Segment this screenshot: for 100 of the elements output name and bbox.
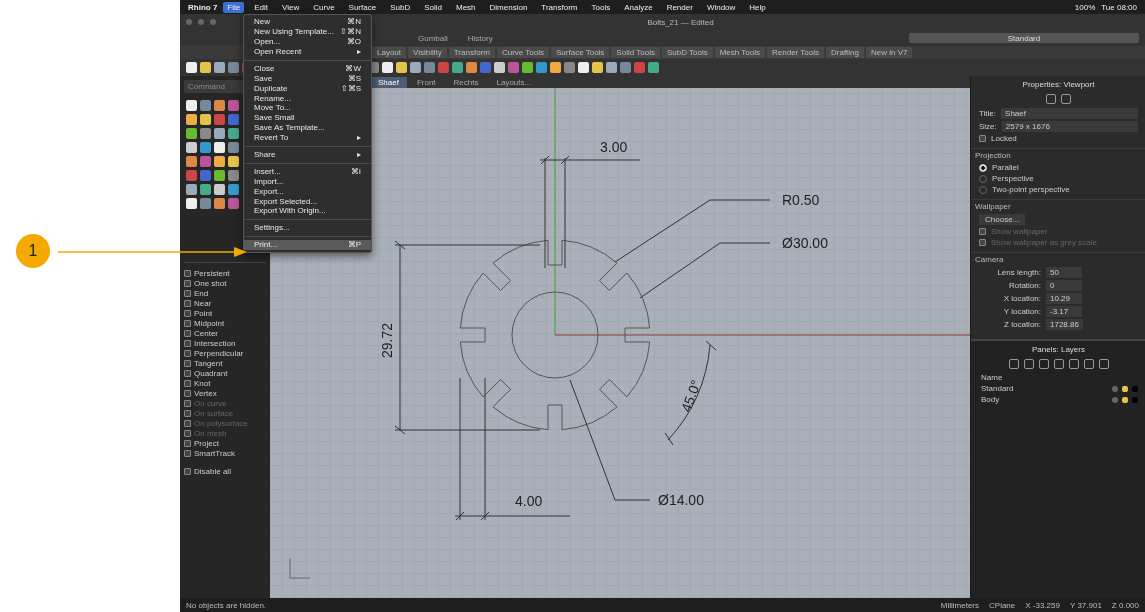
tool-icon[interactable] xyxy=(228,62,239,73)
osnap-option[interactable]: Knot xyxy=(184,379,266,388)
toolbar-group-tab[interactable]: Render Tools xyxy=(767,47,824,58)
tool-icon[interactable] xyxy=(382,62,393,73)
tool-icon[interactable] xyxy=(228,156,239,167)
osnap-option[interactable]: Point xyxy=(184,309,266,318)
tool-icon[interactable] xyxy=(410,62,421,73)
toolbar-group-tab[interactable]: Solid Tools xyxy=(611,47,660,58)
viewport-tab[interactable]: Front xyxy=(408,76,444,88)
panel-icon[interactable] xyxy=(1083,359,1094,369)
tool-icon[interactable] xyxy=(214,142,225,153)
tool-icon[interactable] xyxy=(214,156,225,167)
locked-checkbox[interactable] xyxy=(979,135,986,142)
tool-icon[interactable] xyxy=(228,142,239,153)
menu-entry[interactable]: Print... ⌘P xyxy=(244,239,371,250)
tool-icon[interactable] xyxy=(228,128,239,139)
tool-icon[interactable] xyxy=(186,156,197,167)
square-icon[interactable] xyxy=(1061,94,1071,104)
toolbar-group-tab[interactable]: Transform xyxy=(448,47,495,58)
menu-item[interactable]: Dimension xyxy=(485,1,532,13)
toolbar-tab[interactable]: History xyxy=(459,32,501,44)
menu-entry[interactable]: New Using Template... ⇧⌘N xyxy=(244,26,371,37)
tool-icon[interactable] xyxy=(228,114,239,125)
menu-entry[interactable]: Close ⌘W xyxy=(244,63,371,74)
projection-radio[interactable] xyxy=(979,185,987,194)
field-value[interactable]: -3.17 xyxy=(1046,306,1082,317)
toolbar-group-tab[interactable]: Mesh Tools xyxy=(714,47,765,58)
menu-entry[interactable]: New ⌘N xyxy=(244,17,371,27)
tool-icon[interactable] xyxy=(466,62,477,73)
panel-icon[interactable] xyxy=(1053,359,1064,369)
field-value[interactable]: Shaef xyxy=(1001,108,1138,119)
tool-icon[interactable] xyxy=(480,62,491,73)
menu-item[interactable]: Analyze xyxy=(620,1,657,13)
tool-icon[interactable] xyxy=(592,62,603,73)
toolbar-group-tab[interactable]: Drafting xyxy=(826,47,864,58)
tool-icon[interactable] xyxy=(214,62,225,73)
tool-icon[interactable] xyxy=(214,198,225,209)
tool-icon[interactable] xyxy=(228,170,239,181)
tool-icon[interactable] xyxy=(550,62,561,73)
tool-icon[interactable] xyxy=(634,62,645,73)
tool-icon[interactable] xyxy=(438,62,449,73)
tool-icon[interactable] xyxy=(186,100,197,111)
tool-icon[interactable] xyxy=(214,170,225,181)
menu-item[interactable]: Edit xyxy=(250,1,273,13)
viewport-tab[interactable]: Rechts xyxy=(445,76,487,88)
osnap-option[interactable]: Project xyxy=(184,439,266,448)
osnap-option[interactable]: Center xyxy=(184,329,266,338)
tool-icon[interactable] xyxy=(186,142,197,153)
toolbar-tab[interactable]: Gumball xyxy=(410,32,456,44)
tool-icon[interactable] xyxy=(200,170,211,181)
osnap-option[interactable]: Persistent xyxy=(184,269,266,278)
panel-icon[interactable] xyxy=(1068,359,1079,369)
menu-item[interactable]: File xyxy=(223,1,245,13)
toolbar-group-tab[interactable]: New in V7 xyxy=(866,47,913,58)
tool-icon[interactable] xyxy=(214,114,225,125)
osnap-option[interactable]: Near xyxy=(184,299,266,308)
tool-icon[interactable] xyxy=(186,62,197,73)
field-value[interactable]: 1728.86 xyxy=(1046,319,1083,330)
tool-icon[interactable] xyxy=(200,128,211,139)
tool-icon[interactable] xyxy=(494,62,505,73)
tool-icon[interactable] xyxy=(200,62,211,73)
menu-item[interactable]: Transform xyxy=(537,1,582,13)
toolbar-group-tab[interactable]: Visibility xyxy=(408,47,447,58)
osnap-option[interactable]: Tangent xyxy=(184,359,266,368)
display-mode-field[interactable]: Standard xyxy=(909,33,1139,43)
osnap-option[interactable]: Perpendicular xyxy=(184,349,266,358)
osnap-option[interactable]: Quadrant xyxy=(184,369,266,378)
field-value[interactable]: 50 xyxy=(1046,267,1082,278)
tool-icon[interactable] xyxy=(200,100,211,111)
tool-icon[interactable] xyxy=(452,62,463,73)
layer-color-swatch[interactable] xyxy=(1132,396,1138,403)
tool-icon[interactable] xyxy=(228,198,239,209)
panel-icon[interactable] xyxy=(1038,359,1049,369)
tool-icon[interactable] xyxy=(564,62,575,73)
tool-icon[interactable] xyxy=(228,100,239,111)
tool-icon[interactable] xyxy=(648,62,659,73)
tool-icon[interactable] xyxy=(536,62,547,73)
viewport-tab[interactable]: Shaef xyxy=(370,76,407,88)
tool-icon[interactable] xyxy=(214,184,225,195)
osnap-option[interactable]: SmartTrack xyxy=(184,449,266,458)
tool-icon[interactable] xyxy=(186,198,197,209)
menu-entry[interactable]: Open... ⌘O xyxy=(244,36,371,47)
tool-icon[interactable] xyxy=(200,198,211,209)
tool-icon[interactable] xyxy=(606,62,617,73)
tool-icon[interactable] xyxy=(522,62,533,73)
toolbar-group-tab[interactable]: Layout xyxy=(372,47,407,58)
tool-icon[interactable] xyxy=(620,62,631,73)
tool-icon[interactable] xyxy=(424,62,435,73)
projection-radio[interactable] xyxy=(979,174,987,183)
tool-icon[interactable] xyxy=(214,128,225,139)
tool-icon[interactable] xyxy=(186,170,197,181)
toolbar-group-tab[interactable]: SubD Tools xyxy=(661,47,713,58)
field-value[interactable]: 0 xyxy=(1046,280,1082,291)
tool-icon[interactable] xyxy=(200,184,211,195)
toolbar-group-tab[interactable]: Surface Tools xyxy=(551,47,610,58)
menu-item[interactable]: Tools xyxy=(587,1,615,13)
osnap-option[interactable]: Intersection xyxy=(184,339,266,348)
osnap-option[interactable]: Midpoint xyxy=(184,319,266,328)
tool-icon[interactable] xyxy=(186,128,197,139)
layer-name[interactable]: Body xyxy=(981,395,1108,404)
